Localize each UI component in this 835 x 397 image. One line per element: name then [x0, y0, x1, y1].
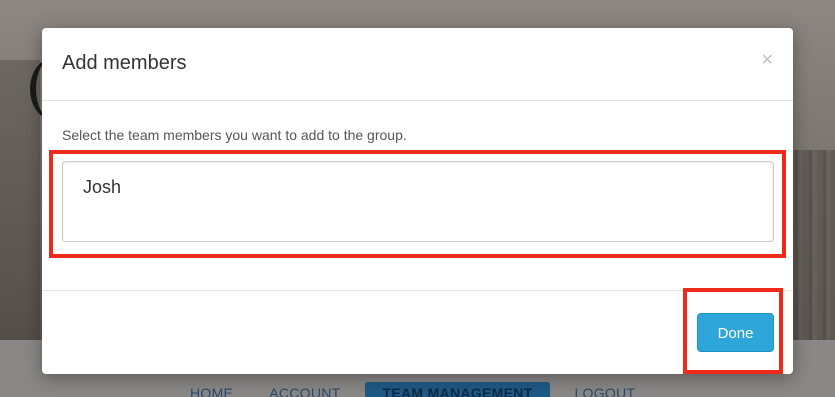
add-members-modal: Add members × Select the team members yo… — [42, 28, 793, 374]
nav-item-home[interactable]: HOME — [172, 382, 251, 397]
nav-item-team-management[interactable]: TEAM MANAGEMENT — [364, 382, 551, 397]
done-button[interactable]: Done — [697, 313, 774, 352]
close-icon[interactable]: × — [761, 50, 773, 70]
page: HOME ACCOUNT TEAM MANAGEMENT LOGOUT Add … — [0, 0, 835, 397]
modal-header: Add members × — [42, 28, 793, 101]
instruction-text: Select the team members you want to add … — [62, 127, 407, 143]
main-nav: HOME ACCOUNT TEAM MANAGEMENT LOGOUT — [172, 382, 653, 397]
nav-item-logout[interactable]: LOGOUT — [556, 382, 653, 397]
nav-item-account[interactable]: ACCOUNT — [251, 382, 358, 397]
members-input[interactable]: Josh — [62, 161, 774, 242]
modal-footer-divider — [42, 290, 793, 291]
modal-title: Add members — [62, 52, 187, 74]
